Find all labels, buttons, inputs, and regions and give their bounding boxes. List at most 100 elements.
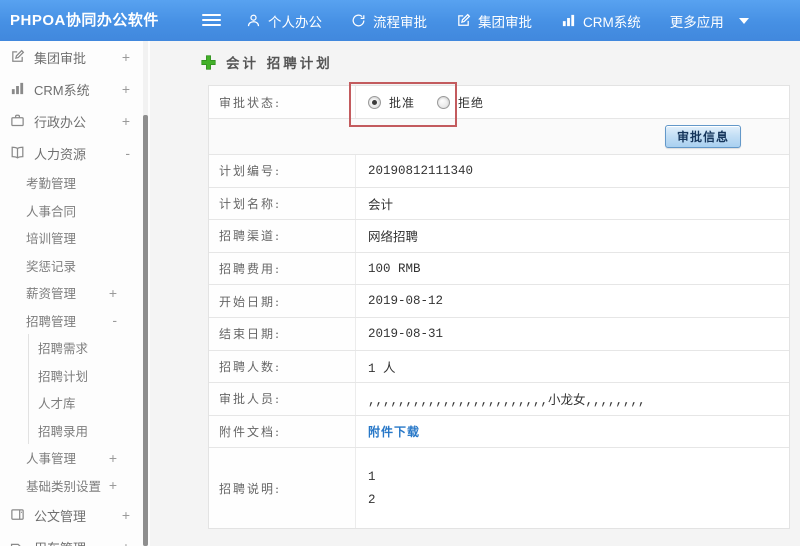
bar-chart-icon bbox=[10, 81, 26, 97]
sidebar-item-admin-office[interactable]: 行政办公 + bbox=[0, 105, 150, 137]
sidebar-item-label: 考勤管理 bbox=[26, 177, 77, 192]
sidebar-item-recruit-hire[interactable]: 招聘录用 bbox=[28, 416, 150, 444]
sidebar-item-label: 集团审批 bbox=[34, 50, 87, 66]
radio-button-icon[interactable] bbox=[368, 95, 381, 109]
approval-radio-group: 批准 拒绝 bbox=[368, 94, 484, 111]
field-value: 会计 bbox=[368, 198, 394, 213]
sidebar-item-personnel-mgmt[interactable]: 人事管理 + bbox=[0, 444, 150, 472]
nav-group-approval[interactable]: 集团审批 bbox=[456, 11, 532, 31]
form-row-plan-number: 计划编号: 20190812111340 bbox=[209, 155, 789, 188]
nav-process-approval[interactable]: 流程审批 bbox=[351, 11, 427, 31]
nav-label: 更多应用 bbox=[669, 14, 724, 30]
user-icon bbox=[246, 13, 261, 28]
field-label: 结束日期: bbox=[209, 317, 356, 350]
nav-label: 流程审批 bbox=[373, 14, 427, 30]
hamburger-menu-icon[interactable] bbox=[202, 14, 221, 27]
nav-label: 集团审批 bbox=[478, 14, 532, 30]
field-label: 附件文档: bbox=[209, 415, 356, 448]
app-logo: PHPOA协同办公软件 bbox=[10, 12, 159, 29]
form-row-start-date: 开始日期: 2019-08-12 bbox=[209, 285, 789, 318]
expand-toggle[interactable]: + bbox=[122, 81, 130, 97]
page-title-bar: 会计 招聘计划 bbox=[200, 52, 333, 72]
expand-toggle[interactable]: + bbox=[109, 477, 117, 493]
field-label: 招聘渠道: bbox=[209, 220, 356, 252]
expand-toggle[interactable]: + bbox=[122, 49, 130, 65]
page-title: 会计 招聘计划 bbox=[226, 56, 333, 72]
radio-reject[interactable]: 拒绝 bbox=[437, 94, 484, 111]
sidebar-item-human-resources[interactable]: 人力资源 - bbox=[0, 137, 150, 169]
sidebar-item-label: 招聘计划 bbox=[38, 369, 89, 384]
sidebar-item-label: 招聘需求 bbox=[38, 342, 89, 357]
field-label: 审批人员: bbox=[209, 383, 356, 415]
field-value: 1 人 bbox=[368, 361, 396, 376]
description-line: 1 bbox=[368, 469, 376, 484]
sidebar-item-attendance-mgmt[interactable]: 考勤管理 bbox=[0, 169, 150, 197]
briefcase-icon bbox=[10, 113, 26, 129]
form-row-approvers: 审批人员: ,,,,,,,,,,,,,,,,,,,,,,,,小龙女,,,,,,,… bbox=[209, 383, 789, 416]
expand-toggle[interactable]: + bbox=[109, 285, 117, 301]
approve-info-button[interactable]: 审批信息 bbox=[664, 125, 741, 148]
sidebar-item-recruit-plan[interactable]: 招聘计划 bbox=[28, 361, 150, 389]
radio-button-icon[interactable] bbox=[437, 95, 451, 109]
sidebar-item-vehicle-mgmt[interactable]: 用车管理 + bbox=[0, 531, 150, 546]
form-row-approval-status: 审批状态: 批准 拒绝 bbox=[209, 86, 789, 119]
nav-crm-system[interactable]: CRM系统 bbox=[561, 11, 641, 31]
form-row-recruit-description: 招聘说明: 1 2 bbox=[209, 448, 789, 529]
expand-toggle[interactable]: + bbox=[122, 539, 130, 546]
sidebar-item-base-category[interactable]: 基础类别设置 + bbox=[0, 472, 150, 500]
recruit-plan-form: 审批状态: 批准 拒绝 审批信息 计划编号: 20190812111340 计划… bbox=[208, 82, 790, 530]
sidebar-item-label: 奖惩记录 bbox=[26, 259, 77, 274]
sidebar-item-label: 人事合同 bbox=[26, 204, 77, 219]
radio-approve[interactable]: 批准 bbox=[368, 94, 415, 111]
radio-label: 批准 bbox=[389, 95, 416, 110]
nav-more-apps[interactable]: 更多应用 bbox=[670, 11, 724, 31]
sidebar-item-recruit-demand[interactable]: 招聘需求 bbox=[28, 334, 150, 362]
nav-label: 个人办公 bbox=[268, 14, 322, 30]
form-row-attachment: 附件文档: 附件下载 bbox=[209, 415, 789, 449]
field-label: 招聘说明: bbox=[209, 448, 356, 529]
field-value: 网络招聘 bbox=[368, 231, 419, 246]
sidebar-item-label: 培训管理 bbox=[26, 232, 77, 247]
sidebar-item-salary-mgmt[interactable]: 薪资管理 + bbox=[0, 279, 150, 307]
collapse-toggle[interactable]: - bbox=[112, 312, 117, 328]
sidebar-item-talent-pool[interactable]: 人才库 bbox=[28, 389, 150, 417]
sidebar-item-label: 人才库 bbox=[38, 397, 76, 412]
sidebar-item-training-mgmt[interactable]: 培训管理 bbox=[0, 224, 150, 252]
field-label: 招聘人数: bbox=[209, 350, 356, 383]
bar-chart-icon bbox=[561, 13, 576, 28]
attachment-download-link[interactable]: 附件下载 bbox=[368, 423, 420, 440]
main-content: 会计 招聘计划 审批状态: 批准 拒绝 审批信息 计划编号: 201908121… bbox=[150, 41, 800, 546]
expand-toggle[interactable]: + bbox=[122, 113, 130, 129]
sidebar-item-label: CRM系统 bbox=[34, 82, 90, 98]
sidebar-item-label: 用车管理 bbox=[34, 538, 86, 546]
sidebar-item-hr-contract[interactable]: 人事合同 bbox=[0, 197, 150, 225]
expand-toggle[interactable]: + bbox=[109, 450, 117, 466]
nav-label: CRM系统 bbox=[583, 14, 641, 30]
sidebar-item-group-approval[interactable]: 集团审批 + bbox=[0, 41, 150, 73]
caret-down-icon[interactable] bbox=[738, 17, 749, 24]
plus-icon bbox=[200, 54, 217, 71]
edit-square-icon bbox=[456, 13, 471, 28]
field-label: 计划名称: bbox=[209, 187, 356, 220]
sidebar-item-label: 人力资源 bbox=[34, 146, 87, 162]
field-value: 20190812111340 bbox=[368, 163, 474, 178]
form-row-end-date: 结束日期: 2019-08-31 bbox=[209, 317, 789, 351]
sidebar-item-reward-punishment[interactable]: 奖惩记录 bbox=[0, 252, 150, 280]
sidebar-scrollbar-thumb[interactable] bbox=[143, 115, 148, 546]
sidebar-item-label: 薪资管理 bbox=[26, 287, 77, 302]
nav-personal-office[interactable]: 个人办公 bbox=[246, 11, 322, 31]
sidebar-item-label: 基础类别设置 bbox=[26, 479, 102, 494]
field-value: 100 RMB bbox=[368, 261, 421, 276]
field-label: 计划编号: bbox=[209, 155, 356, 187]
sidebar-item-recruit-mgmt[interactable]: 招聘管理 - bbox=[0, 307, 150, 335]
sidebar-item-document-mgmt[interactable]: 公文管理 + bbox=[0, 499, 150, 531]
sidebar-item-crm-system[interactable]: CRM系统 + bbox=[0, 73, 150, 105]
book-icon bbox=[10, 145, 26, 161]
form-row-headcount: 招聘人数: 1 人 bbox=[209, 350, 789, 384]
field-label: 开始日期: bbox=[209, 285, 356, 317]
document-icon bbox=[10, 507, 26, 523]
collapse-toggle[interactable]: - bbox=[125, 145, 130, 161]
expand-toggle[interactable]: + bbox=[122, 507, 130, 523]
edit-square-icon bbox=[10, 49, 26, 65]
sidebar-item-label: 招聘录用 bbox=[38, 424, 89, 439]
